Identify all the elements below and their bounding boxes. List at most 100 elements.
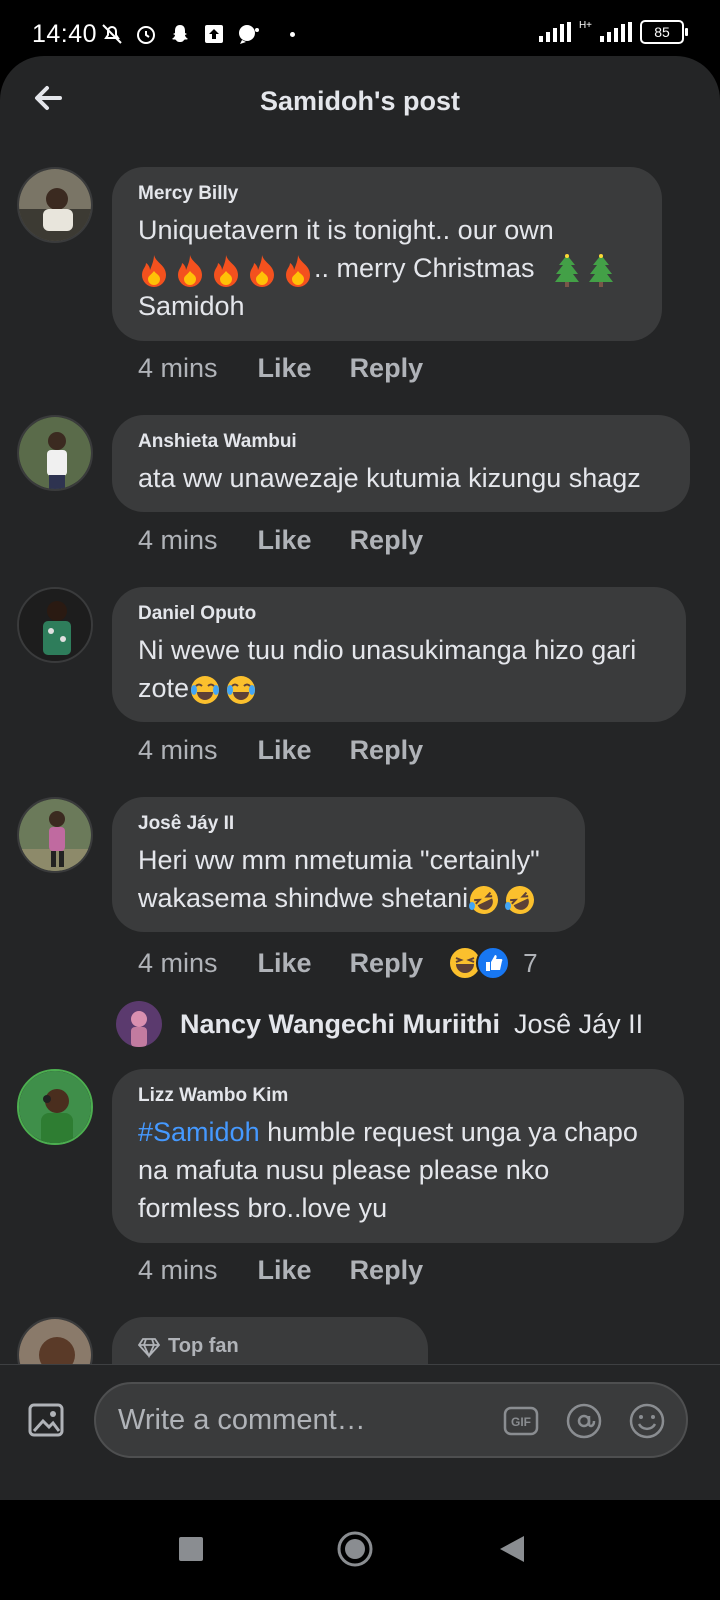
- comment-author[interactable]: Daniel Oputo: [138, 603, 662, 625]
- mention-icon[interactable]: [565, 1402, 603, 1440]
- home-icon[interactable]: [336, 1530, 374, 1568]
- recent-apps-icon[interactable]: [178, 1536, 204, 1562]
- comment-text: ata ww unawezaje kutumia kizungu shagz: [138, 463, 641, 493]
- comment-time: 4 mins: [138, 353, 218, 383]
- comment-actions: 4 mins Like Reply: [138, 353, 461, 384]
- avatar[interactable]: [17, 167, 93, 243]
- comment-bubble[interactable]: Lizz Wambo Kim #Samidoh humble request u…: [112, 1069, 684, 1243]
- christmas-tree-emojis: [552, 253, 616, 287]
- fire-emoji-icon: [286, 254, 310, 287]
- comment-author[interactable]: Anshieta Wambui: [138, 431, 666, 453]
- reaction-count: 7: [523, 947, 538, 978]
- rolling-laughing-emoji-icon: [469, 885, 499, 914]
- reply-button[interactable]: Reply: [350, 735, 424, 766]
- fire-emojis: [138, 253, 314, 287]
- back-nav-icon[interactable]: [498, 1534, 526, 1564]
- signal-icon: [538, 22, 571, 42]
- like-reaction-icon: [476, 946, 511, 980]
- comment-text-line: zote: [138, 669, 662, 707]
- comment-bubble[interactable]: Anshieta Wambui ata ww unawezaje kutumia…: [112, 415, 690, 512]
- comment-text-fragment: wakasema shindwe shetani: [138, 883, 469, 913]
- avatar[interactable]: [17, 797, 93, 873]
- fire-emoji-icon: [250, 254, 274, 287]
- comment-composer: Write a comment… GIF: [0, 1364, 720, 1475]
- comment-actions: 4 mins Like Reply: [138, 525, 461, 556]
- like-button[interactable]: Like: [258, 1255, 312, 1286]
- badge-label: Top fan: [168, 1335, 239, 1357]
- avatar[interactable]: [17, 1069, 93, 1145]
- gif-label: GIF: [511, 1415, 531, 1429]
- comment-text: Heri ww mm nmetumia "certainly" wakasema…: [138, 841, 561, 917]
- comment-bubble[interactable]: Daniel Oputo Ni wewe tuu ndio unasukiman…: [112, 587, 686, 722]
- comment-time: 4 mins: [138, 735, 218, 765]
- comment-text: Ni wewe tuu ndio unasukimanga hizo gari …: [138, 631, 662, 707]
- status-time: 14:40: [32, 20, 98, 48]
- avatar[interactable]: [17, 415, 93, 491]
- reply-author[interactable]: Nancy Wangechi Muriithi: [180, 1009, 500, 1040]
- system-navigation-bar: [0, 1500, 720, 1600]
- comment-text-line: formless bro..love yu: [138, 1193, 388, 1223]
- comment-text-line: Samidoh: [138, 291, 245, 321]
- photo-icon[interactable]: [24, 1397, 68, 1441]
- comment-text-line: Ni wewe tuu ndio unasukimanga hizo gari: [138, 635, 637, 665]
- comment-author[interactable]: Lizz Wambo Kim: [138, 1085, 660, 1107]
- alarm-icon: [137, 26, 155, 44]
- hashtag-link[interactable]: #Samidoh: [138, 1117, 260, 1147]
- tears-of-joy-emoji-icon: [227, 675, 256, 704]
- reply-button[interactable]: Reply: [350, 525, 424, 556]
- like-button[interactable]: Like: [258, 735, 312, 766]
- gif-icon[interactable]: GIF: [502, 1402, 540, 1440]
- comment-text-line: wakasema shindwe shetani: [138, 879, 561, 917]
- page-title: Samidoh's post: [260, 86, 460, 116]
- emoji-icon[interactable]: [628, 1402, 666, 1440]
- fire-emoji-icon: [214, 254, 238, 287]
- comment-text-line: #Samidoh humble request unga ya chapo: [138, 1113, 660, 1151]
- comment-time: 4 mins: [138, 1255, 218, 1285]
- christmas-tree-icon: [589, 253, 614, 287]
- avatar[interactable]: [116, 1001, 162, 1047]
- comment-text: #Samidoh humble request unga ya chapo na…: [138, 1113, 660, 1227]
- like-button[interactable]: Like: [258, 353, 312, 384]
- comment-bubble[interactable]: Josê Jáy II Heri ww mm nmetumia "certain…: [112, 797, 585, 932]
- reply-preview[interactable]: Nancy Wangechi Muriithi Josê Jáy II: [116, 1001, 643, 1047]
- network-type: H+: [578, 20, 592, 31]
- laughing-emojis: [189, 674, 257, 706]
- comment-text-fragment: zote: [138, 673, 190, 703]
- comment-text-line: .. merry Christmas: [138, 249, 638, 287]
- chat-bubble-icon: [239, 25, 259, 44]
- reaction-summary[interactable]: 7: [447, 945, 538, 981]
- diamond-icon: [138, 1337, 160, 1358]
- comment-text-line: na mafuta nusu please please nko: [138, 1155, 550, 1185]
- reply-button[interactable]: Reply: [350, 353, 424, 384]
- comment-actions: 4 mins Like Reply: [138, 1255, 461, 1286]
- status-system-icons: H+ 85: [538, 20, 688, 44]
- rolling-laughing-emoji-icon: [505, 885, 535, 914]
- status-notification-icons: [100, 22, 295, 46]
- like-button[interactable]: Like: [258, 948, 312, 979]
- reply-button[interactable]: Reply: [350, 948, 424, 979]
- rofl-emojis: [468, 884, 536, 916]
- fire-emoji-icon: [178, 254, 202, 287]
- comment-placeholder: Write a comment…: [118, 1404, 366, 1436]
- comment-text-fragment: .. merry Christmas: [314, 253, 535, 283]
- comment-time: 4 mins: [138, 525, 218, 555]
- avatar[interactable]: [17, 587, 93, 663]
- comment-actions: 4 mins Like Reply: [138, 735, 461, 766]
- fire-emoji-icon: [142, 254, 166, 287]
- comment-text-line: Uniquetavern it is tonight.. our own: [138, 215, 554, 245]
- signal-icon-2: [600, 22, 632, 42]
- comment-time: 4 mins: [138, 947, 218, 978]
- more-notifications-dot: [290, 31, 295, 37]
- tears-of-joy-emoji-icon: [191, 675, 220, 704]
- comment-author[interactable]: Mercy Billy: [138, 183, 638, 205]
- snapchat-icon: [172, 25, 188, 42]
- comment-bubble[interactable]: Mercy Billy Uniquetavern it is tonight..…: [112, 167, 662, 341]
- like-button[interactable]: Like: [258, 525, 312, 556]
- top-fan-badge: Top fan: [138, 1335, 404, 1358]
- reply-button[interactable]: Reply: [350, 1255, 424, 1286]
- post-header: Samidoh's post: [0, 56, 720, 146]
- comment-actions: 4 mins Like Reply 7: [138, 945, 538, 981]
- comment-text-fragment: humble request unga ya chapo: [259, 1117, 638, 1147]
- comment-author[interactable]: Josê Jáy II: [138, 813, 561, 835]
- comment-text: Uniquetavern it is tonight.. our own .. …: [138, 211, 638, 325]
